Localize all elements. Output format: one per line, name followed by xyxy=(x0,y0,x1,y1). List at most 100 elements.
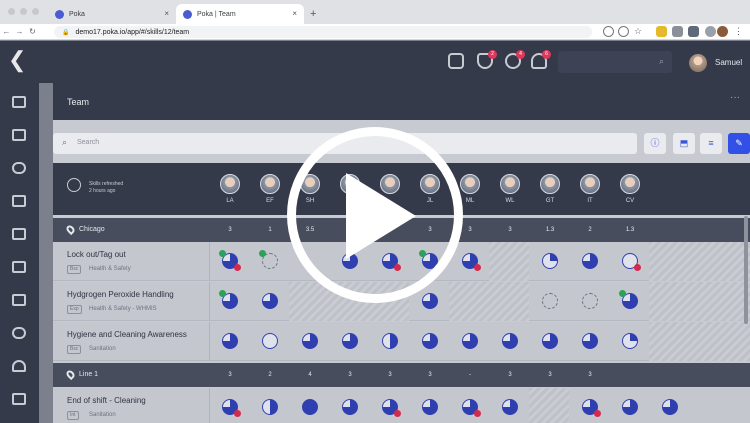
nav-reports-icon[interactable] xyxy=(12,393,26,405)
nav-team-icon[interactable] xyxy=(12,327,26,339)
skill-chip[interactable] xyxy=(542,333,558,349)
filter-button[interactable]: ≡ xyxy=(700,133,722,154)
skill-chip[interactable] xyxy=(622,333,638,349)
member-column[interactable]: CV xyxy=(618,174,642,204)
play-icon[interactable] xyxy=(346,173,416,259)
extension-icon[interactable] xyxy=(705,26,716,37)
skill-chip[interactable] xyxy=(462,333,478,349)
skill-chip[interactable] xyxy=(342,333,358,349)
nav-skills-icon[interactable] xyxy=(12,228,26,240)
vertical-scrollbar[interactable] xyxy=(744,216,748,324)
user-name[interactable]: Samuel xyxy=(715,58,742,67)
nav-people-icon[interactable] xyxy=(12,195,26,207)
skill-chip[interactable] xyxy=(582,333,598,349)
close-tab-icon[interactable]: × xyxy=(292,10,297,18)
close-window-icon[interactable] xyxy=(8,8,15,15)
flag-icon xyxy=(234,410,241,417)
flag-icon xyxy=(394,410,401,417)
group-row-line-1[interactable]: Line 1 3 2 4 3 3 3 - 3 3 3 xyxy=(53,363,750,387)
member-column[interactable]: LA xyxy=(218,174,242,204)
skill-chip[interactable] xyxy=(382,333,398,349)
zoom-icon[interactable] xyxy=(603,26,614,37)
back-arrow-icon[interactable]: ← xyxy=(0,27,13,36)
skill-chip[interactable] xyxy=(542,293,558,309)
reload-icon[interactable]: ↻ xyxy=(26,27,39,36)
skill-chip[interactable] xyxy=(619,290,638,309)
not-applicable-zone xyxy=(649,282,750,321)
skill-chip[interactable] xyxy=(622,253,641,271)
skill-chip[interactable] xyxy=(302,399,318,415)
skill-chip[interactable] xyxy=(502,399,518,415)
browser-menu-icon[interactable]: ⋮ xyxy=(734,26,745,37)
member-avatar xyxy=(540,174,560,194)
browser-tab-team[interactable]: Poka | Team × xyxy=(176,4,304,24)
skill-chip[interactable] xyxy=(302,333,318,349)
check-icon xyxy=(219,290,226,297)
member-column[interactable]: WL xyxy=(498,174,522,204)
close-tab-icon[interactable]: × xyxy=(164,10,169,18)
skill-chip[interactable] xyxy=(462,399,481,417)
browser-tab-poka[interactable]: Poka × xyxy=(48,4,176,24)
column-divider xyxy=(209,388,210,423)
new-tab-button[interactable]: + xyxy=(310,8,316,20)
refresh-alert-icon[interactable]: 4 xyxy=(505,50,525,69)
info-button[interactable]: ⓘ xyxy=(644,133,666,154)
member-column[interactable]: GT xyxy=(538,174,562,204)
skill-chip[interactable] xyxy=(219,290,238,309)
extension-icon[interactable] xyxy=(656,26,667,37)
search-page-icon[interactable] xyxy=(618,26,629,37)
star-icon[interactable]: ☆ xyxy=(634,26,645,37)
extension-icon[interactable] xyxy=(688,26,699,37)
skill-chip[interactable] xyxy=(259,250,278,269)
url-field[interactable]: 🔒 demo17.poka.io/app/#/skills/12/team xyxy=(54,26,592,38)
global-search-input[interactable]: ⌕ xyxy=(558,51,672,73)
maximize-window-icon[interactable] xyxy=(32,8,39,15)
skill-chip[interactable] xyxy=(662,399,678,415)
more-options-icon[interactable]: ··· xyxy=(730,92,740,103)
skill-chip[interactable] xyxy=(422,333,438,349)
skill-chip[interactable] xyxy=(222,399,241,417)
skill-chip[interactable] xyxy=(582,253,598,269)
minimize-window-icon[interactable] xyxy=(20,8,27,15)
nav-folder-icon[interactable] xyxy=(12,129,26,141)
skill-chip[interactable] xyxy=(582,293,598,309)
skill-chip[interactable] xyxy=(219,250,241,271)
browser-tab-strip: Poka × Poka | Team × + xyxy=(0,0,750,24)
shield-heart-icon[interactable]: 2 xyxy=(477,50,497,69)
profile-icon[interactable] xyxy=(717,26,728,37)
extension-icon[interactable] xyxy=(672,26,683,37)
nav-equipment-icon[interactable] xyxy=(12,162,26,174)
skill-chip[interactable] xyxy=(262,333,278,349)
not-applicable-zone xyxy=(449,282,529,321)
skill-chip[interactable] xyxy=(262,399,278,415)
nav-training-icon[interactable] xyxy=(12,360,26,372)
nav-documents-icon[interactable] xyxy=(12,96,26,108)
nav-grid-icon[interactable] xyxy=(12,261,26,273)
workflow-icon[interactable] xyxy=(448,53,464,69)
nav-video-icon[interactable] xyxy=(12,294,26,306)
group-score: 3 xyxy=(228,372,232,378)
edit-button[interactable]: ✎ xyxy=(728,133,750,154)
skill-chip[interactable] xyxy=(422,399,438,415)
skill-chip[interactable] xyxy=(462,253,481,271)
user-avatar[interactable] xyxy=(689,54,707,72)
skill-level-tag: Exp xyxy=(67,305,82,314)
skill-chip[interactable] xyxy=(342,399,358,415)
export-button[interactable]: ⬒ xyxy=(673,133,695,154)
forward-arrow-icon[interactable]: → xyxy=(13,27,26,36)
member-column[interactable]: EF xyxy=(258,174,282,204)
back-chevron-icon[interactable]: ❮ xyxy=(8,49,28,71)
skill-row[interactable]: Hygiene and Cleaning Awareness Bsc Sanit… xyxy=(53,322,750,361)
skill-chip[interactable] xyxy=(542,253,558,269)
skill-chip[interactable] xyxy=(222,333,238,349)
refresh-icon[interactable] xyxy=(67,178,81,192)
skill-chip[interactable] xyxy=(622,399,638,415)
skill-chip[interactable] xyxy=(582,399,601,417)
skill-chip[interactable] xyxy=(502,333,518,349)
skill-chip[interactable] xyxy=(382,399,401,417)
bell-icon[interactable]: 6 xyxy=(531,50,551,69)
skill-row[interactable]: End of shift - Cleaning Int Sanitation xyxy=(53,388,750,423)
skill-chip[interactable] xyxy=(262,293,278,309)
member-column[interactable]: IT xyxy=(578,174,602,204)
skill-chip[interactable] xyxy=(422,293,438,309)
